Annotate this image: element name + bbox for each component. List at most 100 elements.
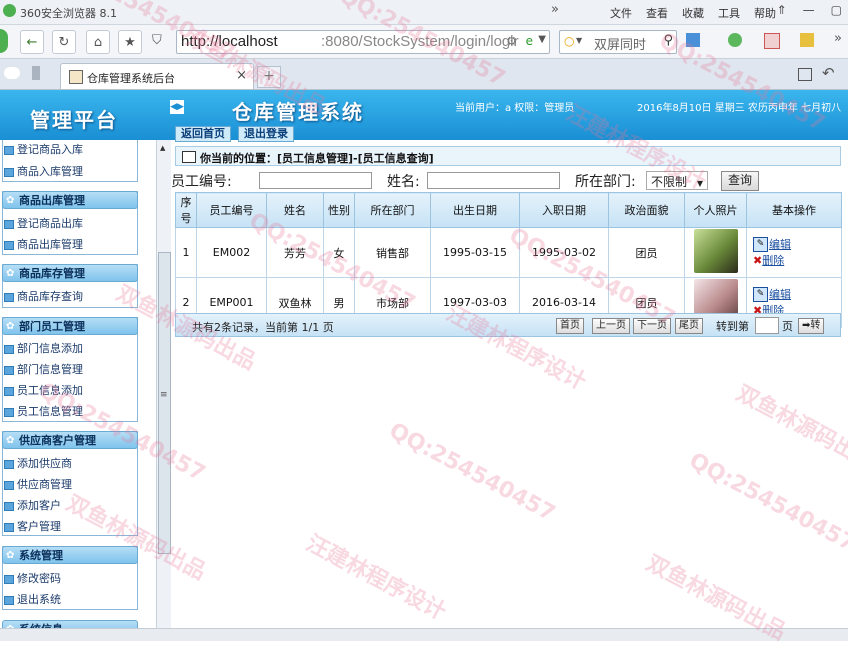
cell-politics: 团员 [608,227,685,278]
first-page-button[interactable]: 首页 [556,318,584,334]
sidebar-group-title-outbound[interactable]: 商品出库管理 [2,191,138,210]
back-button[interactable]: ← [20,30,44,54]
search-icon[interactable]: ⚲ [663,33,673,48]
address-bar[interactable]: http://localhost :8080/StockSystem/login… [176,30,550,54]
name-input[interactable] [427,172,560,189]
next-page-button[interactable]: 下一页 [633,318,671,334]
col-header-no: 序号 [175,192,197,228]
col-header-emp-no: 员工编号 [196,192,267,228]
chevron-down-icon[interactable]: ▼ [576,36,582,45]
minimize-button[interactable]: — [803,3,815,17]
emp-no-input[interactable] [259,172,372,189]
page-number-input[interactable] [755,317,779,334]
chevron-down-icon[interactable]: ▼ [538,34,546,45]
cell-emp-no: EM002 [196,227,267,278]
new-tab-button[interactable]: + [257,66,281,88]
query-button[interactable]: 查询 [721,171,760,191]
sidebar-group-title-supplier[interactable]: 供应商客户管理 [2,431,138,450]
close-tab-icon[interactable]: × [236,68,247,83]
edit-icon[interactable]: ✎ [753,287,768,302]
col-header-name: 姓名 [266,192,324,228]
search-engine-icon[interactable]: ⚙ [506,34,517,48]
edit-icon[interactable]: ✎ [753,237,768,252]
apps-grid-icon[interactable] [686,33,700,47]
browser-title: 360安全浏览器 8.1 [20,7,117,20]
scrollbar-thumb[interactable] [158,252,171,554]
sidebar-collapse-icon[interactable]: ◀▶ [170,100,184,114]
url-host: http://localhost [181,33,278,50]
scroll-up-icon[interactable]: ▲ [160,144,165,152]
table-row: 1 EM002 芳芳 女 销售部 1995-03-15 1995-03-02 团… [175,227,842,278]
location-bar: 你当前的位置：[员工信息管理]-[员工信息查询] [175,146,841,166]
col-header-dept: 所在部门 [354,192,431,228]
sidebar-item-inbound-manage[interactable]: 商品入库管理 [4,163,83,179]
browser-menu: 文件 查看 收藏 工具 帮助 [610,5,776,21]
sidebar-item-change-password[interactable]: 修改密码 [4,570,61,586]
cell-dept: 销售部 [354,227,431,278]
undo-icon[interactable]: ↶ [822,64,835,82]
sidebar-item-exit-system[interactable]: 退出系统 [4,591,61,607]
cloud-icon[interactable] [4,67,20,79]
sidebar-item-register-inbound[interactable]: 登记商品入库 [4,141,83,157]
page-word: 页 [782,320,793,333]
search-box[interactable]: ○ ▼ 双屏同时 ⚲ [559,30,677,54]
delete-link[interactable]: 删除 [762,254,784,267]
pagination-bar: 共有2条记录，当前第 1/1 页 首页 上一页 下一页 尾页 转到第 页 ➡转 [175,313,841,337]
menu-help[interactable]: 帮助 [754,5,776,21]
col-header-birth: 出生日期 [430,192,520,228]
dept-selected-value: 不限制 [651,175,688,189]
sidebar-item-outbound-manage[interactable]: 商品出库管理 [4,236,83,252]
maximize-button[interactable]: ▢ [831,3,842,17]
shield-icon[interactable]: ⛉ [152,33,162,48]
cell-hire: 1995-03-02 [519,227,609,278]
menu-view[interactable]: 查看 [646,5,668,21]
refresh-button[interactable]: ↻ [52,30,76,54]
employee-table: 序号 员工编号 姓名 性别 所在部门 出生日期 入职日期 政治面貌 个人照片 基… [175,192,842,328]
menu-file[interactable]: 文件 [610,5,632,21]
sidebar-scrollbar[interactable]: ▲ ≡ [156,140,171,640]
restore-tabs-icon[interactable] [798,68,812,81]
tab-active[interactable]: 仓库管理系统后台 × [60,63,254,89]
current-user-info: 当前用户：a 权限：管理员 [455,103,575,114]
extension-icon[interactable] [800,33,814,47]
sidebar-item-dept-add[interactable]: 部门信息添加 [4,340,83,356]
platform-logo: 管理平台 [30,108,118,132]
sidebar-group-title-system[interactable]: 系统管理 [2,546,138,565]
browser-logo-icon [3,4,16,17]
compat-mode-icon[interactable]: e [526,34,533,48]
go-button[interactable]: ➡转 [798,318,825,334]
cell-birth: 1995-03-15 [430,227,520,278]
sidebar-item-supplier-add[interactable]: 添加供应商 [4,455,72,471]
sidebar-item-employee-manage[interactable]: 员工信息管理 [4,403,83,419]
home-button[interactable]: ⌂ [86,30,110,54]
chevron-double-right-icon[interactable]: » [834,31,842,46]
col-header-photo: 个人照片 [684,192,747,228]
app-header: 管理平台 ◀▶ 仓库管理系统 当前用户：a 权限：管理员 2016年8月10日 … [0,90,848,142]
chevron-double-right-icon[interactable]: » [551,2,559,17]
sidebar-item-customer-manage[interactable]: 客户管理 [4,518,61,534]
search-engine-logo-icon: ○ [564,34,575,48]
sidebar-item-employee-add[interactable]: 员工信息添加 [4,382,83,398]
currency-icon[interactable] [728,33,742,47]
main-content: 你当前的位置：[员工信息管理]-[员工信息查询] 员工编号: 姓名: 所在部门:… [171,140,848,640]
prev-page-button[interactable]: 上一页 [592,318,630,334]
sidebar-item-supplier-manage[interactable]: 供应商管理 [4,476,72,492]
sidebar-toggle-icon[interactable] [32,66,40,80]
menu-favorites[interactable]: 收藏 [682,5,704,21]
edit-link[interactable]: 编辑 [769,238,791,251]
edit-link[interactable]: 编辑 [769,288,791,301]
delete-icon[interactable]: ✖ [753,254,762,267]
translate-icon[interactable] [764,33,780,49]
last-page-button[interactable]: 尾页 [675,318,703,334]
sidebar-item-stock-query[interactable]: 商品库存查询 [4,288,83,304]
sidebar-group-title-stock[interactable]: 商品库存管理 [2,264,138,283]
sidebar-item-register-outbound[interactable]: 登记商品出库 [4,215,83,231]
sidebar-item-customer-add[interactable]: 添加客户 [4,497,61,513]
sidebar-group-title-dept[interactable]: 部门员工管理 [2,317,138,336]
location-text: 你当前的位置：[员工信息管理]-[员工信息查询] [200,152,434,165]
dept-select[interactable]: 不限制 ▼ [646,171,708,190]
favorite-star-button[interactable]: ★ [118,30,142,54]
menu-tools[interactable]: 工具 [718,5,740,21]
sidebar-item-dept-manage[interactable]: 部门信息管理 [4,361,83,377]
pin-icon[interactable]: ⇑ [777,3,787,17]
